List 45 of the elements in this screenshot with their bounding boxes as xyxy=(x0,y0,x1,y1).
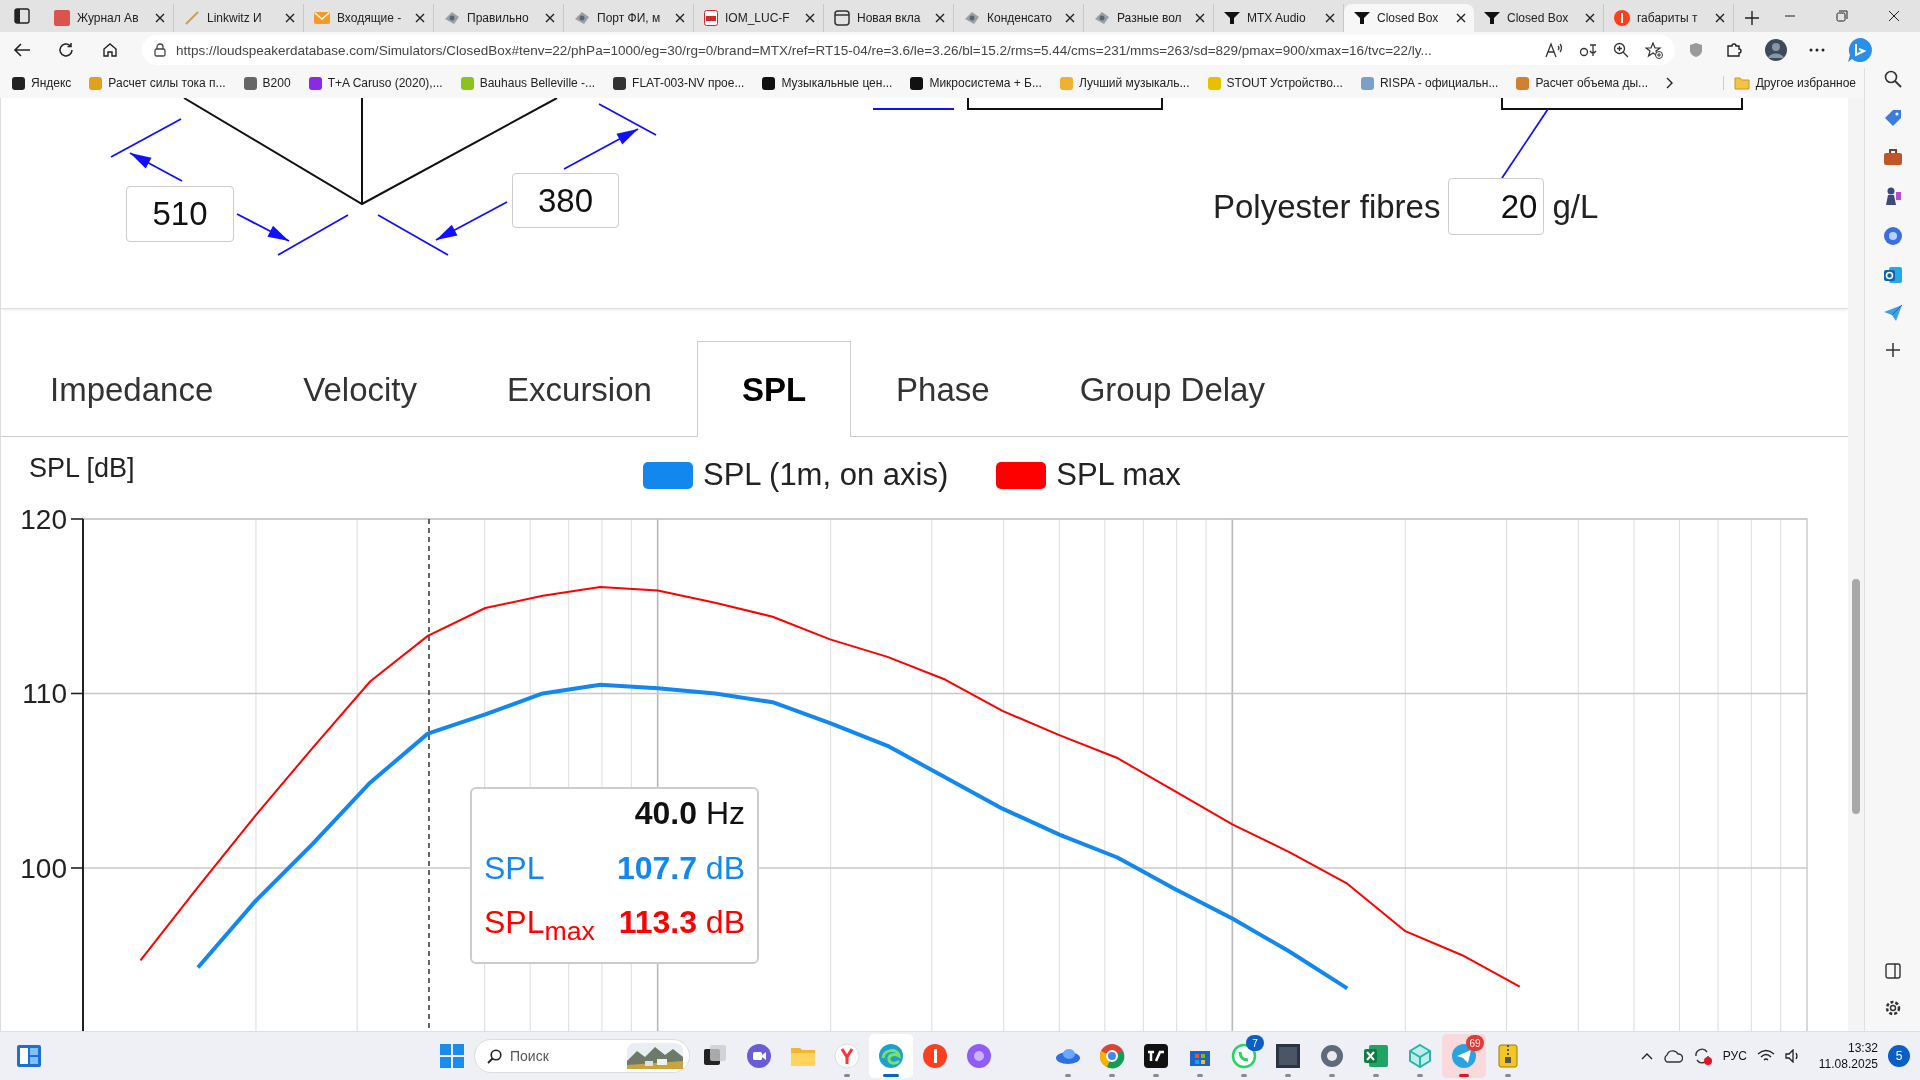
dimension-field[interactable]: 380 xyxy=(512,173,619,228)
bookmark[interactable]: FLAT-003-NV прое... xyxy=(613,76,745,90)
y-tick-label: 100 xyxy=(20,853,67,884)
language-indicator[interactable]: РУС xyxy=(1722,1049,1747,1063)
y-tick-label: 110 xyxy=(22,678,67,710)
taskbar-app[interactable]: 69 xyxy=(1442,1034,1486,1078)
bookmark[interactable]: Микросистема + Б... xyxy=(910,76,1042,90)
tooltip-value: 113.3 dB xyxy=(618,904,745,941)
bookmark[interactable]: Яндекс xyxy=(12,76,72,90)
bookmark[interactable]: Лучший музыкаль... xyxy=(1059,76,1190,90)
bookmark[interactable]: RISPA - официальн... xyxy=(1360,76,1499,90)
y-axis-label: SPL [dB] xyxy=(28,452,136,484)
tooltip-label: SPL$_{max}$ xyxy=(484,904,595,948)
result-tab[interactable]: Velocity xyxy=(258,341,462,437)
legend-label: SPL max xyxy=(1056,457,1181,493)
clock[interactable]: 13:32 11.08.2025 xyxy=(1818,1040,1878,1072)
result-tab[interactable]: Group Delay xyxy=(1034,341,1310,437)
bookmark[interactable]: T+A Caruso (2020),... xyxy=(308,76,443,90)
y-tick-label: 120 xyxy=(20,504,67,535)
tooltip-value: 107.7 dB xyxy=(616,849,745,887)
filling-label: Polyester fibres xyxy=(1213,187,1441,226)
address-field[interactable]: https://loudspeakerdatabase.com/Simulators/ClosedBox#tenv=22/phPa=1000/eg=30/rg=0/brand=MTX/ref=RT15-04/re=3.6/le=3.26/bl=15.2/rms=5.44/cms=231/mms=263/sd=829/pmax=900/xmax=16/tvc=22/ly... xyxy=(142,35,1675,65)
notification-count[interactable]: 5 xyxy=(1888,1045,1910,1067)
taskbar-app[interactable]: 7 xyxy=(1222,1034,1266,1078)
legend-label: SPL (1m, on axis) xyxy=(703,457,949,493)
dimension-field[interactable]: 510 xyxy=(126,186,234,242)
unit-label: g/L xyxy=(1552,187,1599,226)
result-tab[interactable]: Impedance xyxy=(1,341,259,437)
bookmark[interactable]: B200 xyxy=(243,76,291,90)
browser-tab[interactable]: Closed Box xyxy=(1344,4,1474,32)
result-tab[interactable]: Phase xyxy=(851,341,1035,437)
result-tab[interactable]: SPL xyxy=(696,341,852,437)
filling-density-field[interactable]: 20 xyxy=(1448,178,1545,235)
result-tab[interactable]: Excursion xyxy=(462,341,697,437)
tooltip-label: SPL xyxy=(484,849,545,887)
bookmark[interactable]: Расчет силы тока п... xyxy=(89,76,226,90)
notification-count: 7 xyxy=(1246,1035,1264,1051)
tooltip-frequency: 40.0 Hz xyxy=(634,795,745,832)
search-field[interactable]: Поиск xyxy=(474,1039,690,1073)
bookmark[interactable]: Bauhaus Belleville -... xyxy=(460,76,596,90)
bookmark[interactable]: Расчет объема ды... xyxy=(1516,76,1649,90)
bookmark[interactable]: Музыкальные цен... xyxy=(762,76,893,90)
other-favorites[interactable]: Другое избранное xyxy=(1722,76,1864,90)
notification-count: 69 xyxy=(1466,1035,1484,1051)
bookmark[interactable]: STOUT Устройство... xyxy=(1207,76,1343,90)
